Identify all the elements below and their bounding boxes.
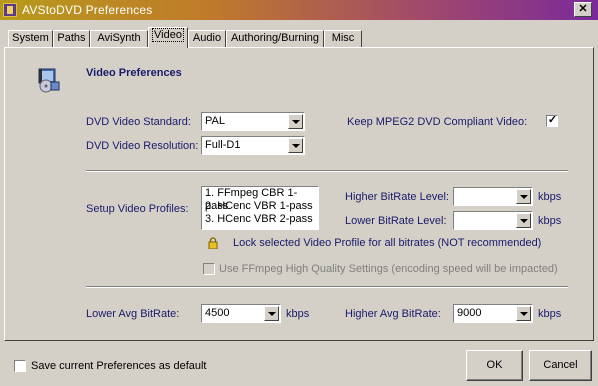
tab-misc[interactable]: Misc bbox=[324, 30, 362, 47]
kbps-label: kbps bbox=[538, 308, 562, 320]
kbps-label: kbps bbox=[538, 191, 562, 203]
dvd-resolution-select[interactable]: Full-D1 bbox=[201, 136, 305, 155]
list-item[interactable]: 1. FFmpeg CBR 1-pass bbox=[202, 187, 318, 212]
tab-label: Audio bbox=[192, 32, 222, 44]
keep-mpeg2-checkbox[interactable]: ✓ bbox=[546, 114, 558, 127]
keep-mpeg2-label: Keep MPEG2 DVD Compliant Video: bbox=[347, 116, 528, 128]
title-bar: AVStoDVD Preferences ✕ bbox=[0, 0, 598, 20]
dvd-standard-value: PAL bbox=[205, 115, 225, 127]
tab-system[interactable]: System bbox=[8, 30, 53, 47]
kbps-label: kbps bbox=[538, 215, 562, 227]
window-title: AVStoDVD Preferences bbox=[22, 3, 153, 17]
section-heading: Video Preferences bbox=[86, 67, 182, 79]
lower-avg-bitrate-select[interactable]: 4500 bbox=[201, 304, 281, 323]
app-icon bbox=[3, 3, 17, 17]
tab-audio[interactable]: Audio bbox=[188, 30, 226, 47]
lower-avg-bitrate-label: Lower Avg BitRate: bbox=[86, 308, 180, 320]
higher-avg-bitrate-label: Higher Avg BitRate: bbox=[345, 308, 441, 320]
higher-bitrate-level-label: Higher BitRate Level: bbox=[345, 191, 449, 203]
higher-avg-bitrate-value: 9000 bbox=[457, 307, 482, 319]
dvd-standard-label: DVD Video Standard: bbox=[86, 116, 191, 128]
tab-label: Misc bbox=[331, 32, 355, 44]
list-item[interactable]: 2. HCenc VBR 1-pass bbox=[202, 200, 318, 213]
list-item[interactable]: 3. HCenc VBR 2-pass bbox=[202, 213, 318, 226]
chevron-down-icon[interactable] bbox=[264, 306, 279, 321]
checkmark-icon: ✓ bbox=[547, 114, 558, 126]
tab-authoring-burning[interactable]: Authoring/Burning bbox=[226, 30, 324, 47]
tab-label: AviSynth bbox=[97, 32, 141, 44]
dvd-resolution-value: Full-D1 bbox=[205, 139, 241, 151]
lower-bitrate-level-select[interactable] bbox=[453, 211, 533, 230]
lock-icon[interactable] bbox=[208, 237, 218, 249]
close-icon: ✕ bbox=[578, 3, 588, 15]
tab-label: Video bbox=[152, 28, 184, 42]
higher-avg-bitrate-select[interactable]: 9000 bbox=[453, 304, 533, 323]
chevron-down-icon[interactable] bbox=[516, 306, 531, 321]
dvd-resolution-label: DVD Video Resolution: bbox=[86, 140, 199, 152]
tab-video[interactable]: Video bbox=[148, 27, 188, 48]
kbps-label: kbps bbox=[286, 308, 310, 320]
save-default-label: Save current Preferences as default bbox=[31, 360, 207, 372]
ffmpeg-hq-label: Use FFmpeg High Quality Settings (encodi… bbox=[219, 263, 558, 275]
lock-profile-label: Lock selected Video Profile for all bitr… bbox=[233, 237, 542, 249]
divider bbox=[86, 286, 568, 288]
chevron-down-icon[interactable] bbox=[288, 114, 303, 129]
tab-label: Authoring/Burning bbox=[230, 32, 320, 44]
tab-label: System bbox=[12, 32, 49, 44]
chevron-down-icon[interactable] bbox=[516, 213, 531, 228]
divider bbox=[86, 170, 568, 172]
lower-bitrate-level-label: Lower BitRate Level: bbox=[345, 215, 447, 227]
profiles-label: Setup Video Profiles: bbox=[86, 203, 189, 215]
dvd-standard-select[interactable]: PAL bbox=[201, 112, 305, 131]
video-film-icon bbox=[38, 68, 60, 93]
tab-paths[interactable]: Paths bbox=[53, 30, 90, 47]
tab-label: Paths bbox=[57, 32, 86, 44]
ok-button[interactable]: OK bbox=[466, 350, 523, 381]
chevron-down-icon[interactable] bbox=[288, 138, 303, 153]
lower-avg-bitrate-value: 4500 bbox=[205, 307, 230, 319]
tab-avisynth[interactable]: AviSynth bbox=[90, 30, 148, 47]
ffmpeg-hq-checkbox[interactable] bbox=[203, 263, 215, 275]
save-default-checkbox[interactable] bbox=[14, 360, 26, 372]
chevron-down-icon[interactable] bbox=[516, 189, 531, 204]
cancel-button[interactable]: Cancel bbox=[529, 350, 592, 381]
video-profiles-list[interactable]: 1. FFmpeg CBR 1-pass 2. HCenc VBR 1-pass… bbox=[201, 186, 319, 230]
close-button[interactable]: ✕ bbox=[574, 2, 592, 17]
higher-bitrate-level-select[interactable] bbox=[453, 187, 533, 206]
